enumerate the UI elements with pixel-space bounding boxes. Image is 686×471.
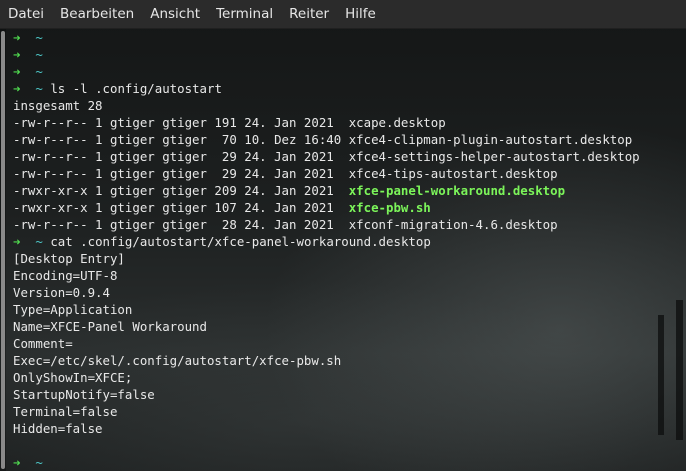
terminal-output[interactable]: ➜ ~ ➜ ~ ➜ ~ ➜ ~ ls -l .config/autostart insg… — [0, 29, 686, 471]
output-line: Comment= — [13, 336, 73, 351]
file-name: xfconf-migration-4.6.desktop — [348, 217, 558, 232]
prompt-arrow-icon: ➜ — [13, 47, 21, 62]
menu-ansicht[interactable]: Ansicht — [142, 0, 208, 28]
file-metadata: -rw-r--r-- 1 gtiger gtiger 28 24. Jan 20… — [13, 217, 349, 232]
file-listing-row: -rw-r--r-- 1 gtiger gtiger 28 24. Jan 20… — [13, 216, 640, 233]
file-metadata: -rw-r--r-- 1 gtiger gtiger 29 24. Jan 20… — [13, 166, 349, 181]
prompt-line: ➜ ~ — [13, 29, 640, 46]
output-line: Name=XFCE-Panel Workaround — [13, 319, 207, 334]
output-line: Version=0.9.4 — [13, 285, 110, 300]
output-line: Type=Application — [13, 302, 133, 317]
menu-reiter[interactable]: Reiter — [281, 0, 337, 28]
menu-hilfe[interactable]: Hilfe — [337, 0, 384, 28]
file-listing-row: -rwxr-xr-x 1 gtiger gtiger 209 24. Jan 2… — [13, 182, 640, 199]
prompt-arrow-icon: ➜ — [13, 234, 21, 249]
file-metadata: -rwxr-xr-x 1 gtiger gtiger 107 24. Jan 2… — [13, 200, 349, 215]
file-name: xfce4-clipman-plugin-autostart.desktop — [348, 132, 633, 147]
prompt-directory: ~ — [35, 30, 43, 45]
file-metadata: -rwxr-xr-x 1 gtiger gtiger 209 24. Jan 2… — [13, 183, 349, 198]
prompt-line: ➜ ~ — [13, 454, 640, 471]
file-listing-row: -rw-r--r-- 1 gtiger gtiger 29 24. Jan 20… — [13, 148, 640, 165]
terminal-lines: ➜ ~ ➜ ~ ➜ ~ ➜ ~ ls -l .config/autostart insg… — [13, 29, 640, 471]
prompt-line: ➜ ~ — [13, 63, 640, 80]
prompt-directory: ~ — [35, 81, 43, 96]
menu-bearbeiten[interactable]: Bearbeiten — [52, 0, 142, 28]
prompt-line: ➜ ~ cat .config/autostart/xfce-panel-wor… — [13, 233, 640, 250]
file-listing-row: -rwxr-xr-x 1 gtiger gtiger 107 24. Jan 2… — [13, 199, 640, 216]
output-line: Hidden=false — [13, 421, 103, 436]
output-line: StartupNotify=false — [13, 387, 155, 402]
file-name: xfce-panel-workaround.desktop — [348, 183, 566, 198]
output-line: OnlyShowIn=XFCE; — [13, 370, 133, 385]
prompt-directory: ~ — [35, 455, 43, 470]
file-listing-row: -rw-r--r-- 1 gtiger gtiger 70 10. Dez 16… — [13, 131, 640, 148]
prompt-directory: ~ — [35, 47, 43, 62]
file-name: xfce4-settings-helper-autostart.desktop — [348, 149, 640, 164]
file-metadata: -rw-r--r-- 1 gtiger gtiger 191 24. Jan 2… — [13, 115, 349, 130]
output-line: Encoding=UTF-8 — [13, 268, 118, 283]
output-line: [Desktop Entry] — [13, 251, 125, 266]
file-listing-row: -rw-r--r-- 1 gtiger gtiger 191 24. Jan 2… — [13, 114, 640, 131]
menu-bar: Datei Bearbeiten Ansicht Terminal Reiter… — [0, 0, 686, 29]
prompt-directory: ~ — [35, 234, 43, 249]
prompt-line: ➜ ~ — [13, 46, 640, 63]
file-name: xcape.desktop — [348, 115, 446, 130]
output-line: insgesamt 28 — [13, 98, 103, 113]
file-name: xfce-pbw.sh — [348, 200, 431, 215]
file-listing-row: -rw-r--r-- 1 gtiger gtiger 29 24. Jan 20… — [13, 165, 640, 182]
prompt-arrow-icon: ➜ — [13, 455, 21, 470]
output-line: Terminal=false — [13, 404, 118, 419]
file-name: xfce4-tips-autostart.desktop — [348, 166, 558, 181]
command-text: cat .config/autostart/xfce-panel-workaro… — [50, 234, 431, 249]
prompt-arrow-icon: ➜ — [13, 81, 21, 96]
menu-datei[interactable]: Datei — [0, 0, 52, 28]
menu-terminal[interactable]: Terminal — [208, 0, 281, 28]
file-metadata: -rw-r--r-- 1 gtiger gtiger 29 24. Jan 20… — [13, 149, 349, 164]
prompt-line: ➜ ~ ls -l .config/autostart — [13, 80, 640, 97]
prompt-directory: ~ — [35, 64, 43, 79]
command-text: ls -l .config/autostart — [50, 81, 222, 96]
output-line: Exec=/etc/skel/.config/autostart/xfce-pb… — [13, 353, 342, 368]
prompt-arrow-icon: ➜ — [13, 64, 21, 79]
prompt-arrow-icon: ➜ — [13, 30, 21, 45]
file-metadata: -rw-r--r-- 1 gtiger gtiger 70 10. Dez 16… — [13, 132, 349, 147]
